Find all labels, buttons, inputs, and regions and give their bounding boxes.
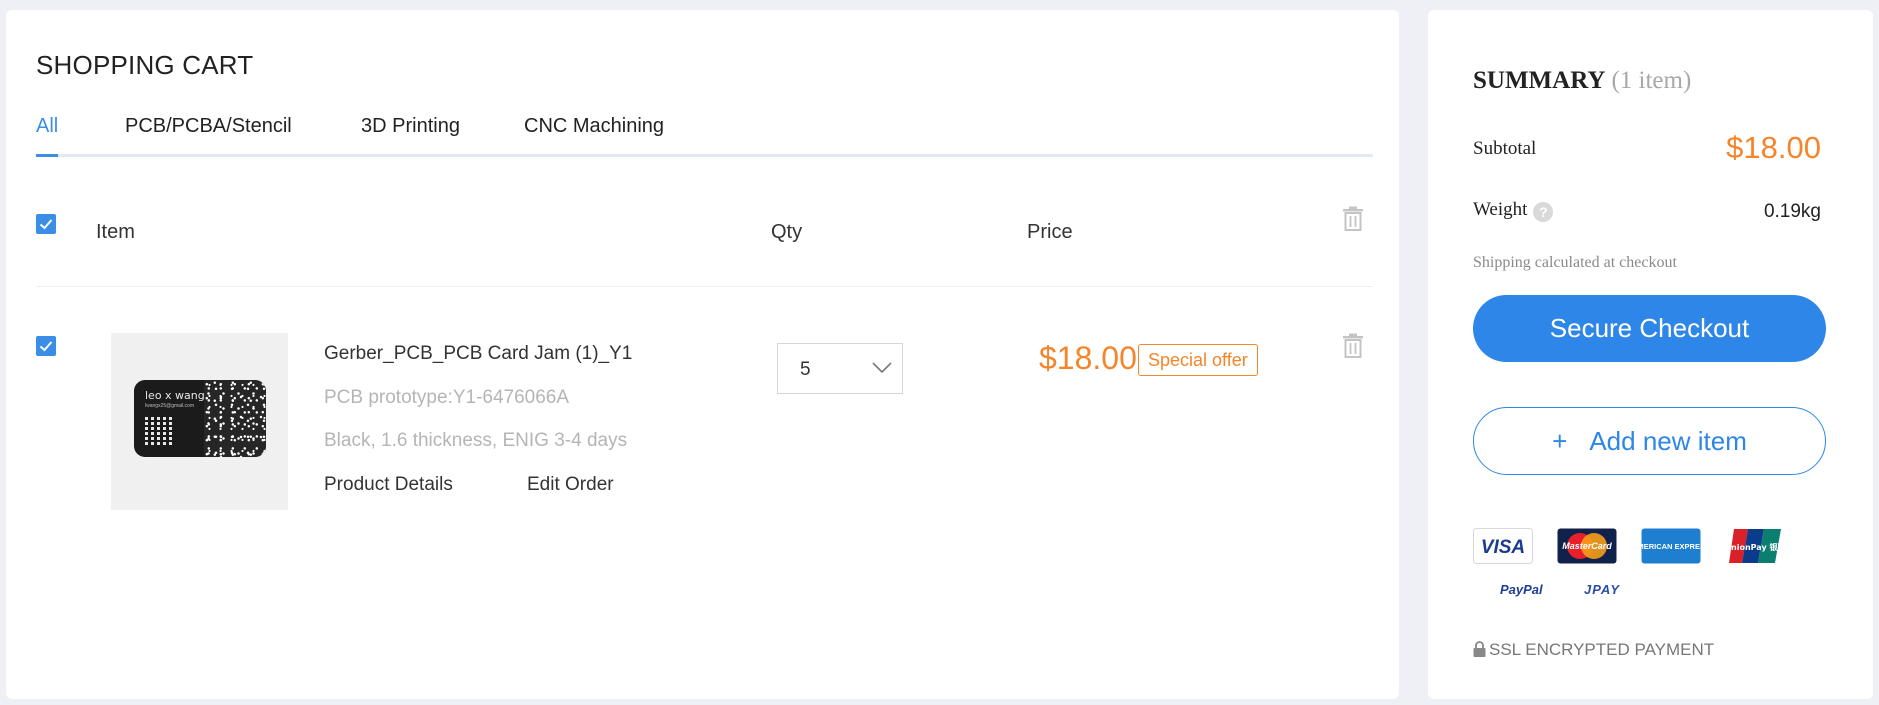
category-tabs: All PCB/PCBA/Stencil 3D Printing CNC Mac…	[36, 113, 1373, 157]
help-icon[interactable]: ?	[1533, 202, 1554, 222]
column-header-qty: Qty	[771, 221, 803, 243]
cart-panel: SHOPPING CART All PCB/PCBA/Stencil 3D Pr…	[6, 10, 1399, 699]
product-thumbnail[interactable]: leo x wang lwangx25@gmail.com	[111, 333, 288, 510]
unionpay-logo: UnionPay 银联	[1725, 528, 1785, 569]
header-divider	[36, 286, 1373, 287]
tab-pcb[interactable]: PCB/PCBA/Stencil	[125, 113, 292, 154]
item-price: $18.00	[1039, 340, 1137, 376]
item-prototype: PCB prototype:Y1-6476066A	[324, 387, 570, 408]
qty-value: 5	[800, 359, 811, 380]
item-name: Gerber_PCB_PCB Card Jam (1)_Y1	[324, 343, 633, 364]
check-icon	[39, 341, 53, 352]
card-email-text: lwangx25@gmail.com	[145, 403, 194, 409]
delete-all-icon[interactable]	[1342, 206, 1364, 237]
card-name-text: leo x wang	[145, 389, 205, 402]
edit-order-link[interactable]: Edit Order	[527, 474, 614, 496]
add-new-item-label: Add new item	[1589, 426, 1747, 456]
star-pattern	[204, 380, 266, 457]
select-all-checkbox[interactable]	[36, 214, 56, 234]
lock-icon	[1473, 641, 1486, 657]
page-title: SHOPPING CART	[36, 50, 254, 80]
tab-3d-printing[interactable]: 3D Printing	[361, 113, 460, 154]
item-checkbox[interactable]	[36, 336, 56, 356]
visa-logo: VISA	[1473, 528, 1533, 569]
shipping-note: Shipping calculated at checkout	[1473, 254, 1677, 271]
tab-all[interactable]: All	[36, 113, 59, 157]
mastercard-logo: MasterCard	[1557, 528, 1617, 569]
summary-title: SUMMARY (1 item)	[1473, 67, 1691, 95]
mastercard-text: MasterCard	[1562, 541, 1612, 551]
visa-text: VISA	[1481, 537, 1525, 558]
pcb-card-image: leo x wang lwangx25@gmail.com	[134, 380, 266, 457]
summary-panel: SUMMARY (1 item) Subtotal $18.00 Weight? …	[1428, 10, 1873, 699]
delete-item-icon[interactable]	[1342, 333, 1364, 364]
jpay-text: JPAY	[1584, 582, 1620, 597]
amex-logo: AMERICAN EXPRESS	[1632, 528, 1710, 569]
column-header-price: Price	[1027, 221, 1073, 243]
plus-icon: +	[1552, 426, 1568, 456]
subtotal-value: $18.00	[1726, 130, 1821, 165]
qty-select[interactable]: 5	[777, 343, 903, 394]
add-new-item-button[interactable]: + Add new item	[1473, 407, 1826, 475]
paypal-logo: PayPal	[1500, 580, 1562, 605]
summary-item-count: (1 item)	[1611, 67, 1692, 94]
column-header-item: Item	[96, 221, 135, 243]
chevron-down-icon	[872, 362, 892, 374]
jpay-logo: JPAY	[1584, 580, 1640, 605]
paypal-text: PayPal	[1500, 582, 1543, 597]
weight-label: Weight?	[1473, 199, 1554, 222]
check-icon	[39, 219, 53, 230]
item-specs: Black, 1.6 thickness, ENIG 3-4 days	[324, 430, 628, 451]
summary-title-text: SUMMARY	[1473, 67, 1606, 94]
special-offer-badge: Special offer	[1138, 344, 1258, 376]
weight-value: 0.19kg	[1763, 201, 1821, 222]
subtotal-label: Subtotal	[1473, 138, 1537, 159]
unionpay-text: UnionPay 银联	[1728, 542, 1782, 552]
ssl-label: SSL ENCRYPTED PAYMENT	[1489, 640, 1715, 659]
weight-label-text: Weight	[1473, 199, 1528, 220]
ssl-note: SSL ENCRYPTED PAYMENT	[1473, 640, 1714, 660]
product-details-link[interactable]: Product Details	[324, 474, 453, 496]
secure-checkout-button[interactable]: Secure Checkout	[1473, 295, 1826, 362]
tab-cnc-machining[interactable]: CNC Machining	[524, 113, 664, 154]
amex-text: AMERICAN EXPRESS	[1641, 542, 1701, 551]
qr-code-icon	[145, 415, 175, 445]
